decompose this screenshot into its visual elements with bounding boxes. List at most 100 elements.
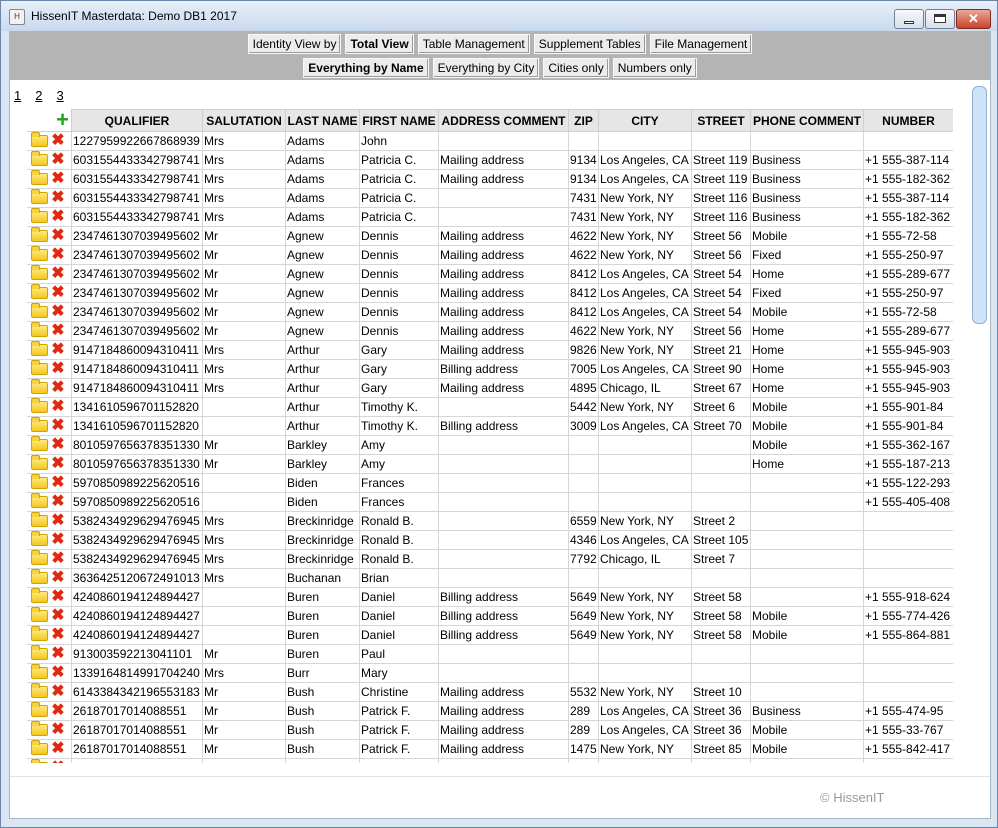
folder-icon[interactable] bbox=[31, 474, 48, 489]
table-row[interactable]: ✖ 6031554433342798741 Mrs Adams Patricia C. 7… bbox=[27, 188, 953, 208]
delete-icon[interactable]: ✖ bbox=[50, 627, 66, 644]
folder-icon[interactable] bbox=[31, 721, 48, 736]
delete-icon[interactable]: ✖ bbox=[50, 133, 66, 150]
folder-icon[interactable] bbox=[31, 664, 48, 679]
menu-button-everything-by-city[interactable]: Everything by City bbox=[432, 58, 540, 78]
folder-icon[interactable] bbox=[31, 455, 48, 470]
table-row[interactable]: ✖ 9147184860094310411 Mrs Arthur Gary Mailing… bbox=[27, 340, 953, 360]
table-row[interactable]: ✖ 4240860194124894427 Buren Daniel Billing a… bbox=[27, 606, 953, 626]
delete-icon[interactable]: ✖ bbox=[50, 437, 66, 454]
delete-icon[interactable]: ✖ bbox=[50, 494, 66, 511]
table-row[interactable]: ✖ 8010597656378351330 Mr Barkley Amy Mobile +1… bbox=[27, 435, 953, 455]
title-bar[interactable]: H HissenIT Masterdata: Demo DB1 2017 ✕ bbox=[1, 1, 997, 31]
delete-icon[interactable]: ✖ bbox=[50, 247, 66, 264]
delete-icon[interactable]: ✖ bbox=[50, 361, 66, 378]
delete-icon[interactable]: ✖ bbox=[50, 589, 66, 606]
table-row[interactable]: ✖ 6031554433342798741 Mrs Adams Patricia C. M… bbox=[27, 150, 953, 170]
close-button[interactable]: ✕ bbox=[956, 9, 991, 29]
table-row[interactable]: ✖ 6031554433342798741 Mrs Adams Patricia C. M… bbox=[27, 169, 953, 189]
folder-icon[interactable] bbox=[31, 436, 48, 451]
delete-icon[interactable]: ✖ bbox=[50, 152, 66, 169]
folder-icon[interactable] bbox=[31, 151, 48, 166]
delete-icon[interactable]: ✖ bbox=[50, 399, 66, 416]
delete-icon[interactable]: ✖ bbox=[50, 171, 66, 188]
page-link[interactable]: 3 bbox=[56, 88, 63, 103]
vertical-scrollbar[interactable] bbox=[970, 84, 987, 770]
delete-icon[interactable]: ✖ bbox=[50, 190, 66, 207]
table-row[interactable]: ✖ 4240860194124894427 Buren Daniel Billing a… bbox=[27, 587, 953, 607]
table-row[interactable]: ✖ 26187017014088551MrBushPatrick F.Mailin… bbox=[27, 739, 953, 759]
table-row[interactable]: ✖ 5382434929629476945 Mrs Breckinridge Ronal… bbox=[27, 511, 953, 531]
delete-icon[interactable]: ✖ bbox=[50, 608, 66, 625]
delete-icon[interactable]: ✖ bbox=[50, 323, 66, 340]
delete-icon[interactable]: ✖ bbox=[50, 760, 66, 764]
table-row[interactable]: ✖ 2347461307039495602 Mr Agnew Dennis Mailing… bbox=[27, 283, 953, 303]
add-row-icon[interactable]: + bbox=[56, 111, 70, 131]
folder-icon[interactable] bbox=[31, 683, 48, 698]
folder-icon[interactable] bbox=[31, 322, 48, 337]
menu-button-numbers-only[interactable]: Numbers only bbox=[612, 58, 697, 78]
folder-icon[interactable] bbox=[31, 398, 48, 413]
folder-icon[interactable] bbox=[31, 227, 48, 242]
folder-icon[interactable] bbox=[31, 645, 48, 660]
column-header-number[interactable]: NUMBER bbox=[863, 109, 953, 132]
delete-icon[interactable]: ✖ bbox=[50, 380, 66, 397]
scrollbar-thumb[interactable] bbox=[972, 86, 987, 324]
menu-button-total-view[interactable]: Total View bbox=[345, 34, 414, 54]
column-header-salutation[interactable]: SALUTATION bbox=[202, 109, 286, 132]
table-row[interactable]: ✖ 2347461307039495602 Mr Agnew Dennis Mailing… bbox=[27, 226, 953, 246]
delete-icon[interactable]: ✖ bbox=[50, 513, 66, 530]
table-row[interactable]: ✖ 6031554433342798741 Mrs Adams Patricia C. 7… bbox=[27, 207, 953, 227]
table-row[interactable]: ✖ 5382434929629476945 Mrs Breckinridge Ronal… bbox=[27, 530, 953, 550]
table-row[interactable]: ✖ 5970850989225620516 Biden Frances +1 555-4… bbox=[27, 492, 953, 512]
folder-icon[interactable] bbox=[31, 417, 48, 432]
delete-icon[interactable]: ✖ bbox=[50, 665, 66, 682]
folder-icon[interactable] bbox=[31, 341, 48, 356]
table-row[interactable]: ✖ 1341610596701152820 Arthur Timothy K. Bill… bbox=[27, 416, 953, 436]
delete-icon[interactable]: ✖ bbox=[50, 456, 66, 473]
folder-icon[interactable] bbox=[31, 246, 48, 261]
folder-icon[interactable] bbox=[31, 588, 48, 603]
folder-icon[interactable] bbox=[31, 531, 48, 546]
column-header-city[interactable]: CITY bbox=[598, 109, 692, 132]
menu-button-cities-only[interactable]: Cities only bbox=[543, 58, 609, 78]
menu-button-file-management[interactable]: File Management bbox=[649, 34, 753, 54]
table-row[interactable]: ✖ 1341610596701152820 Arthur Timothy K. 5442… bbox=[27, 397, 953, 417]
column-header-last-name[interactable]: LAST NAME bbox=[285, 109, 360, 132]
minimize-button[interactable] bbox=[894, 9, 924, 29]
folder-icon[interactable] bbox=[31, 379, 48, 394]
delete-icon[interactable]: ✖ bbox=[50, 551, 66, 568]
delete-icon[interactable]: ✖ bbox=[50, 646, 66, 663]
table-row[interactable]: ✖ 26187017014088551MrBushPatrick F.Mailin… bbox=[27, 720, 953, 740]
folder-icon[interactable] bbox=[31, 265, 48, 280]
table-row[interactable]: ✖ 2347461307039495602 Mr Agnew Dennis Mailing… bbox=[27, 245, 953, 265]
folder-icon[interactable] bbox=[31, 284, 48, 299]
folder-icon[interactable] bbox=[31, 189, 48, 204]
menu-button-identity-view-by[interactable]: Identity View by bbox=[247, 34, 342, 54]
page-link[interactable]: 1 bbox=[14, 88, 21, 103]
table-row[interactable]: ✖ 1227959922667868939 Mrs Adams John bbox=[27, 131, 953, 151]
delete-icon[interactable]: ✖ bbox=[50, 228, 66, 245]
column-header-first-name[interactable]: FIRST NAME bbox=[359, 109, 439, 132]
table-row[interactable]: ✖ 9147184860094310411 Mrs Arthur Gary Mailing… bbox=[27, 378, 953, 398]
folder-icon[interactable] bbox=[31, 170, 48, 185]
folder-icon[interactable] bbox=[31, 493, 48, 508]
menu-button-everything-by-name[interactable]: Everything by Name bbox=[303, 58, 429, 78]
maximize-button[interactable] bbox=[925, 9, 955, 29]
table-row[interactable]: ✖ 26187017014088551MrBushPatrick F.Mailin… bbox=[27, 701, 953, 721]
delete-icon[interactable]: ✖ bbox=[50, 741, 66, 758]
delete-icon[interactable]: ✖ bbox=[50, 209, 66, 226]
folder-icon[interactable] bbox=[31, 303, 48, 318]
table-row[interactable]: ✖ 2347461307039495602 Mr Agnew Dennis Mailing… bbox=[27, 264, 953, 284]
page-link[interactable]: 2 bbox=[35, 88, 42, 103]
table-row[interactable]: ✖ 8010597656378351330 Mr Barkley Amy Home +1 5… bbox=[27, 454, 953, 474]
table-row[interactable]: ✖ 3636425120672491013 Mrs Buchanan Brian bbox=[27, 568, 953, 588]
delete-icon[interactable]: ✖ bbox=[50, 304, 66, 321]
delete-icon[interactable]: ✖ bbox=[50, 570, 66, 587]
column-header-zip[interactable]: ZIP bbox=[568, 109, 599, 132]
column-header-qualifier[interactable]: QUALIFIER bbox=[71, 109, 203, 132]
table-row[interactable]: ✖ 5382434929629476945 Mrs Breckinridge Ronal… bbox=[27, 549, 953, 569]
delete-icon[interactable]: ✖ bbox=[50, 475, 66, 492]
folder-icon[interactable] bbox=[31, 208, 48, 223]
delete-icon[interactable]: ✖ bbox=[50, 532, 66, 549]
